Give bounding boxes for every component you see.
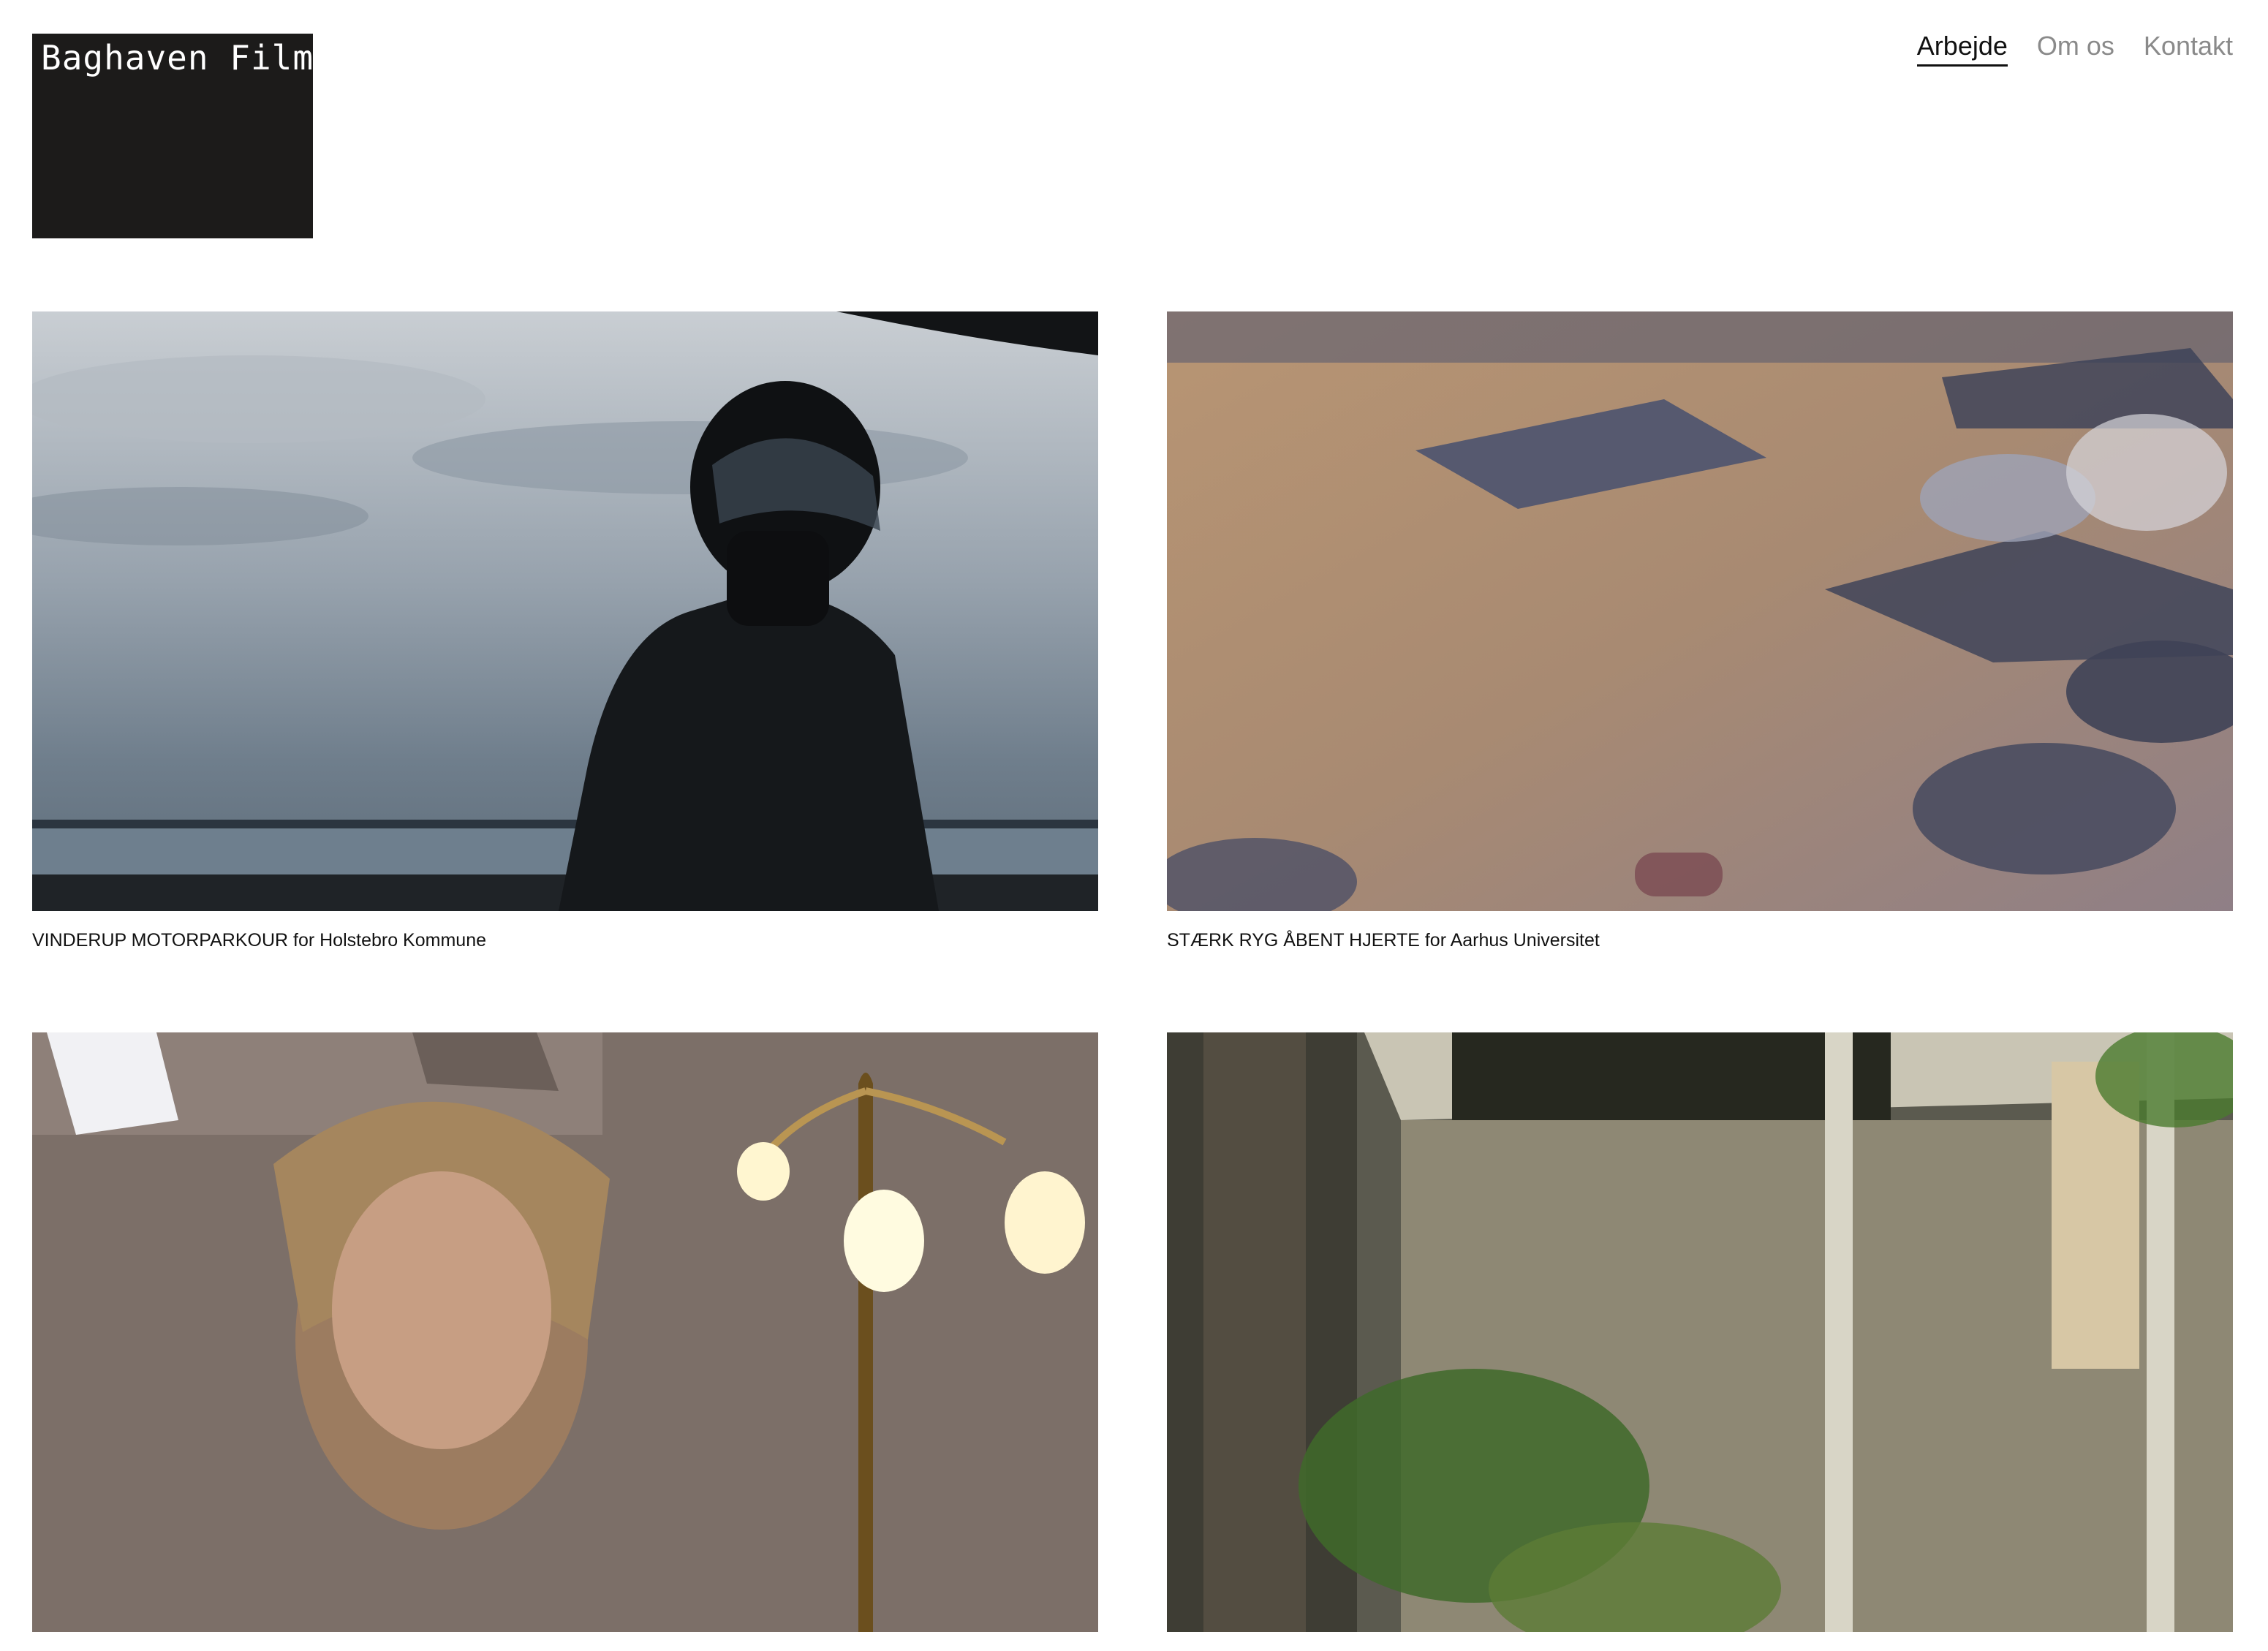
nav-kontakt[interactable]: Kontakt (2144, 31, 2233, 67)
project-thumbnail (1167, 311, 2233, 911)
logo-text: Baghaven Film (41, 38, 314, 78)
project-thumbnail (1167, 1032, 2233, 1632)
project-thumbnail (32, 1032, 1098, 1632)
main-nav: Arbejde Om os Kontakt (1916, 31, 2233, 67)
project-caption: STÆRK RYG ÅBENT HJERTE for Aarhus Univer… (1167, 930, 1600, 951)
project-caption: VINDERUP MOTORPARKOUR for Holstebro Komm… (32, 930, 486, 951)
site-logo[interactable]: Baghaven Film (32, 34, 313, 238)
nav-om-os[interactable]: Om os (2037, 31, 2114, 67)
project-tile-3[interactable] (32, 1032, 1098, 1651)
project-tile-vinderup[interactable]: VINDERUP MOTORPARKOUR for Holstebro Komm… (32, 311, 1098, 951)
project-tile-4[interactable] (1167, 1032, 2233, 1651)
project-thumbnail (32, 311, 1098, 911)
nav-arbejde[interactable]: Arbejde (1916, 31, 2008, 67)
project-tile-staerk-ryg[interactable]: STÆRK RYG ÅBENT HJERTE for Aarhus Univer… (1167, 311, 2233, 951)
